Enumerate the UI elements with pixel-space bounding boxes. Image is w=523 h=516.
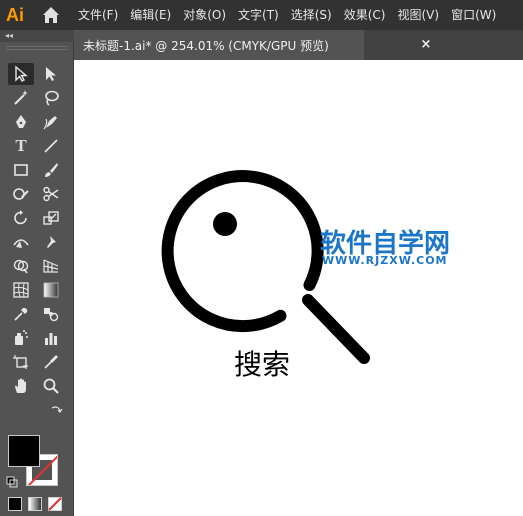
search-magnifier-artwork[interactable] (74, 60, 523, 516)
paintbrush-tool-icon[interactable] (38, 159, 64, 181)
menu-bar: Ai 文件(F) 编辑(E) 对象(O) 文字(T) 选择(S) 效果(C) 视… (0, 0, 523, 30)
panel-grip[interactable] (6, 46, 68, 50)
home-icon[interactable] (40, 4, 62, 26)
scissors-tool-icon[interactable] (38, 183, 64, 205)
artboard-tool-icon[interactable] (8, 351, 34, 373)
magnifier-highlight-dot (213, 212, 237, 236)
puppet-warp-tool-icon[interactable] (38, 231, 64, 253)
artwork-caption[interactable]: 搜索 (234, 343, 304, 383)
artboard-canvas[interactable]: 搜索 软件自学网 WWW.RJZXW.COM (74, 60, 523, 516)
eyedropper-tool-icon[interactable] (8, 303, 34, 325)
pen-tool-icon[interactable] (8, 111, 34, 133)
menu-select[interactable]: 选择(S) (285, 0, 338, 30)
color-mode-button[interactable] (8, 497, 22, 511)
curvature-tool-icon[interactable] (38, 111, 64, 133)
zoom-tool-icon[interactable] (38, 375, 64, 397)
rectangle-tool-icon[interactable] (8, 159, 34, 181)
menu-edit[interactable]: 编辑(E) (124, 0, 177, 30)
direct-selection-tool-icon[interactable] (38, 63, 64, 85)
type-tool-icon[interactable]: T (8, 135, 34, 157)
magnifier-ring (161, 170, 324, 333)
document-tab-title: 未标题-1.ai* @ 254.01% (CMYK/GPU 预览) (83, 38, 329, 53)
menu-view[interactable]: 视图(V) (391, 0, 445, 30)
none-mode-button[interactable] (48, 497, 62, 511)
collapse-panel-button[interactable]: ◂◂ (0, 30, 74, 42)
close-icon[interactable]: × (418, 30, 434, 60)
magic-wand-tool-icon[interactable] (8, 87, 34, 109)
gradient-tool-icon[interactable] (38, 279, 64, 301)
default-fill-stroke-icon[interactable] (6, 476, 18, 488)
rotate-tool-icon[interactable] (8, 207, 34, 229)
menu-file[interactable]: 文件(F) (72, 0, 124, 30)
menu-type[interactable]: 文字(T) (232, 0, 285, 30)
blend-tool-icon[interactable] (38, 303, 64, 325)
app-logo: Ai (6, 5, 24, 25)
document-tab[interactable]: 未标题-1.ai* @ 254.01% (CMYK/GPU 预览) × (74, 30, 431, 60)
fill-swatch[interactable] (8, 435, 40, 467)
symbol-sprayer-tool-icon[interactable] (8, 327, 34, 349)
document-tab-bar: 未标题-1.ai* @ 254.01% (CMYK/GPU 预览) × (74, 30, 523, 60)
menu-window[interactable]: 窗口(W) (445, 0, 502, 30)
perspective-grid-tool-icon[interactable] (38, 255, 64, 277)
column-graph-tool-icon[interactable] (38, 327, 64, 349)
swap-fill-stroke-icon[interactable] (50, 404, 63, 417)
tools-panel: ◂◂ T (0, 30, 74, 516)
slice-tool-icon[interactable] (38, 351, 64, 373)
selection-tool-icon[interactable] (8, 63, 34, 85)
shaper-tool-icon[interactable] (8, 183, 34, 205)
lasso-tool-icon[interactable] (38, 87, 64, 109)
gradient-mode-button[interactable] (28, 497, 42, 511)
shape-builder-tool-icon[interactable] (8, 255, 34, 277)
width-tool-icon[interactable] (8, 231, 34, 253)
menu-effect[interactable]: 效果(C) (338, 0, 392, 30)
hand-tool-icon[interactable] (8, 375, 34, 397)
watermark-url: WWW.RJZXW.COM (322, 254, 448, 267)
menu-object[interactable]: 对象(O) (177, 0, 232, 30)
line-segment-tool-icon[interactable] (38, 135, 64, 157)
scale-tool-icon[interactable] (38, 207, 64, 229)
magnifier-handle (302, 294, 370, 364)
mesh-tool-icon[interactable] (8, 279, 34, 301)
